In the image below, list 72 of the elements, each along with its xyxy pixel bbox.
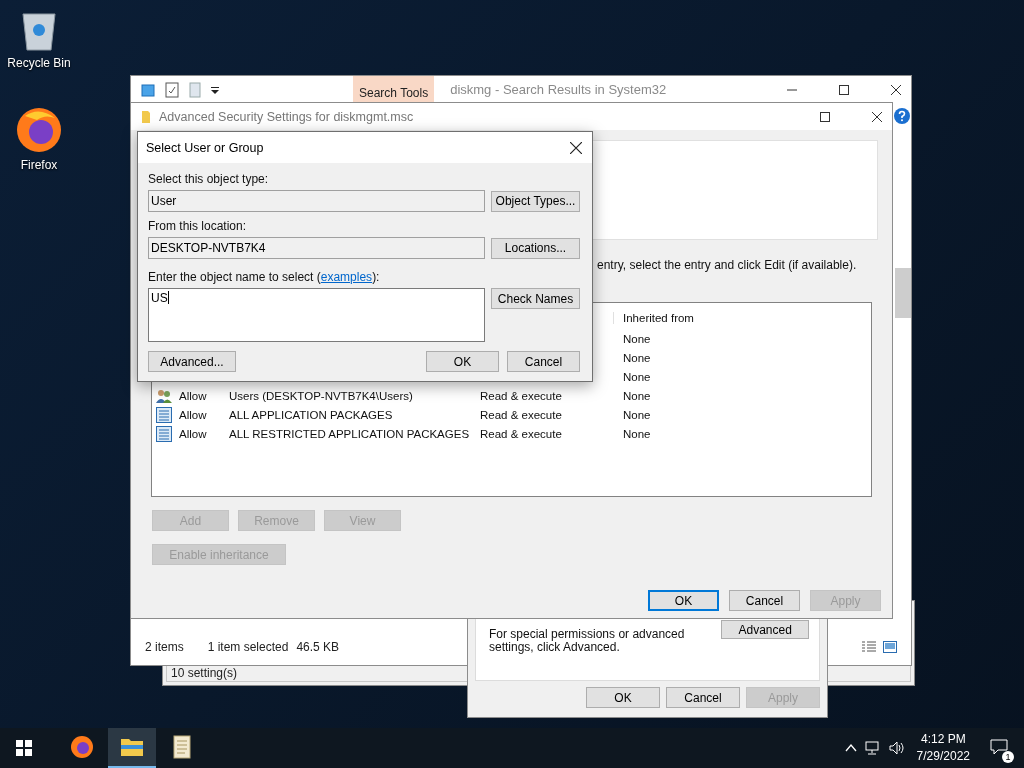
object-types-button[interactable]: Object Types... bbox=[491, 190, 580, 212]
notification-badge: 1 bbox=[1002, 750, 1014, 763]
table-cell-text: Users (DESKTOP-NVTB7K4\Users) bbox=[229, 389, 414, 402]
properties-icon[interactable] bbox=[165, 81, 179, 98]
ribbon-tab[interactable]: Search Tools bbox=[353, 76, 435, 103]
field-label: From this location: bbox=[148, 219, 248, 233]
table-cell-text: None bbox=[623, 427, 652, 440]
table-cell-text: Allow bbox=[179, 427, 208, 440]
notification-icon[interactable] bbox=[990, 738, 1008, 755]
table-cell-text: Allow bbox=[179, 389, 208, 402]
dialog-button[interactable]: OK bbox=[586, 687, 660, 708]
advanced-button[interactable]: Advanced bbox=[721, 620, 809, 639]
chevron-up-icon[interactable] bbox=[844, 744, 857, 752]
advanced-note: For special permissions or advanced settings, click Advanced. bbox=[489, 628, 686, 654]
table-cell-text: Read & execute bbox=[480, 389, 563, 402]
scrollbar-thumb[interactable] bbox=[895, 268, 911, 318]
table-cell-text: Read & execute bbox=[480, 427, 563, 440]
status-text: 1 item selected bbox=[207, 640, 289, 654]
status-text: 2 items bbox=[145, 640, 184, 654]
table-cell-text: None bbox=[623, 389, 652, 402]
dialog-button[interactable]: Cancel bbox=[729, 590, 800, 611]
firefox-icon[interactable] bbox=[15, 106, 63, 154]
package-icon bbox=[156, 406, 172, 423]
table-cell-text: None bbox=[623, 408, 652, 421]
dialog-button[interactable]: Cancel bbox=[666, 687, 740, 708]
examples-link[interactable]: examples bbox=[320, 270, 373, 284]
desktop-icon-label[interactable]: Recycle Bin bbox=[7, 56, 71, 70]
dropdown-icon[interactable] bbox=[211, 85, 219, 94]
check-names-button[interactable]: Check Names bbox=[491, 288, 580, 309]
maximize-icon[interactable] bbox=[820, 111, 830, 122]
field-label: Enter the object name to select (examples): bbox=[148, 270, 381, 284]
advanced-button[interactable]: Advanced... bbox=[148, 351, 236, 372]
network-icon[interactable] bbox=[864, 741, 881, 755]
speaker-icon[interactable] bbox=[888, 741, 905, 755]
table-cell-text: ALL APPLICATION PACKAGES bbox=[229, 408, 394, 421]
scroll-icon bbox=[172, 735, 192, 759]
clock-date[interactable]: 7/29/2022 bbox=[916, 748, 970, 765]
close-icon[interactable] bbox=[891, 84, 901, 95]
folder-icon bbox=[120, 737, 144, 757]
locations-button[interactable]: Locations... bbox=[491, 237, 580, 259]
status-text: 46.5 KB bbox=[296, 640, 340, 654]
folder-icon bbox=[141, 109, 151, 124]
users-icon bbox=[156, 387, 172, 404]
instructions-text: entry, select the entry and click Edit (if available). bbox=[597, 258, 858, 272]
object-name-field[interactable]: US bbox=[148, 288, 485, 342]
column-header[interactable]: Inherited from bbox=[613, 312, 871, 324]
table-cell-text: None bbox=[623, 332, 652, 345]
start-icon[interactable] bbox=[16, 740, 32, 756]
ok-button[interactable]: OK bbox=[426, 351, 499, 372]
desktop-icon-label[interactable]: Firefox bbox=[20, 158, 58, 172]
package-icon bbox=[156, 425, 172, 442]
close-icon[interactable] bbox=[872, 111, 882, 122]
table-cell-text: Allow bbox=[179, 408, 208, 421]
table-cell-text: ALL RESTRICTED APPLICATION PACKAGES bbox=[229, 427, 471, 440]
window-title: diskmg - Search Results in System32 bbox=[450, 82, 667, 97]
field-label: Select this object type: bbox=[148, 172, 270, 186]
table-cell-text: None bbox=[623, 351, 652, 364]
dialog-title: Select User or Group bbox=[146, 140, 264, 155]
table-cell-text: Read & execute bbox=[480, 408, 563, 421]
thumbnail-view-icon[interactable] bbox=[883, 641, 897, 653]
maximize-icon[interactable] bbox=[839, 84, 849, 95]
help-icon[interactable] bbox=[894, 108, 910, 124]
dialog-button[interactable]: OK bbox=[648, 590, 719, 611]
firefox-icon bbox=[70, 735, 94, 759]
window-title: Advanced Security Settings for diskmgmt.msc bbox=[159, 109, 414, 124]
location-field[interactable]: DESKTOP-NVTB7K4 bbox=[148, 237, 485, 259]
object-type-field[interactable]: User bbox=[148, 190, 485, 212]
table-cell-text: None bbox=[623, 370, 652, 383]
clock-time[interactable]: 4:12 PM bbox=[920, 731, 966, 748]
taskbar-app[interactable] bbox=[108, 728, 156, 768]
cancel-button[interactable]: Cancel bbox=[507, 351, 580, 372]
close-icon[interactable] bbox=[570, 141, 582, 154]
